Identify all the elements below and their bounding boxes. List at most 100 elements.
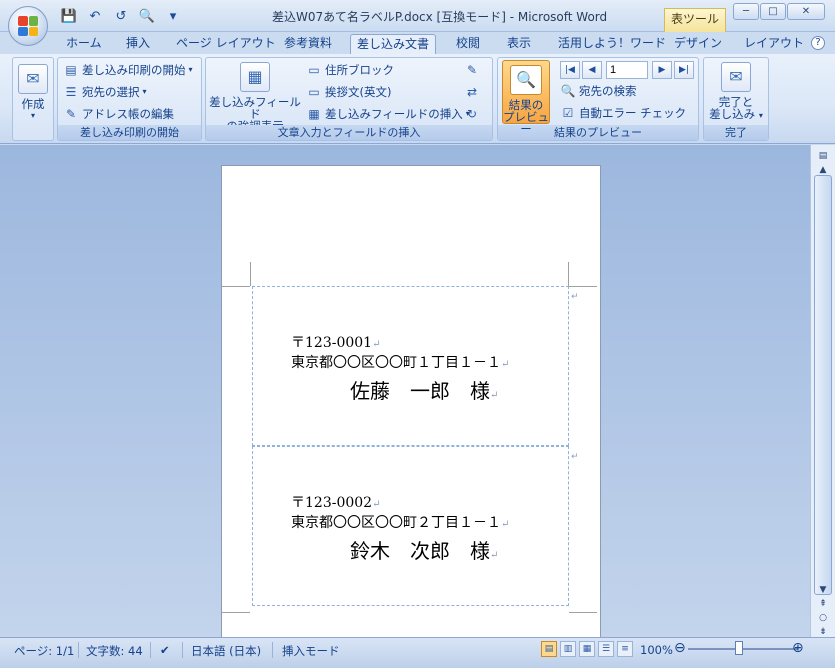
crop-mark	[569, 612, 597, 613]
ribbon: ✉ 作成 ▾ ▤ 差し込み印刷の開始 ▾ ☰ 宛先の選択 ▾ ✎ アドレス帳の編…	[0, 54, 835, 144]
highlight-fields-button[interactable]: ▦ 差し込みフィールド の強調表示	[208, 62, 302, 132]
auto-check-errors-button[interactable]: ☑ 自動エラー チェック	[560, 105, 687, 121]
close-button[interactable]: ✕	[787, 3, 825, 20]
finish-group: ✉ 完了と 差し込み ▾ 完了	[703, 57, 769, 141]
update-labels-icon: ↻	[466, 107, 478, 121]
zoom-level[interactable]: 100%	[640, 643, 673, 657]
finish-group-label: 完了	[704, 125, 768, 140]
finish-label-line2: 差し込み	[709, 107, 756, 121]
previous-record-icon[interactable]: ◀	[582, 61, 602, 79]
find-recipient-button[interactable]: 🔍 宛先の検索	[560, 83, 637, 99]
tab-page-layout[interactable]: ページ レイアウト	[170, 34, 282, 54]
tab-design[interactable]: デザイン	[668, 34, 728, 54]
rules-icon: ✎	[466, 63, 478, 77]
tab-home[interactable]: ホーム	[60, 34, 108, 54]
insert-merge-field-button[interactable]: ▦ 差し込みフィールドの挿入 ▾	[306, 106, 469, 122]
ruler-toggle-icon[interactable]: ▤	[814, 149, 832, 163]
next-record-icon[interactable]: ▶	[652, 61, 672, 79]
minimize-button[interactable]: ─	[733, 3, 759, 20]
find-recipient-label: 宛先の検索	[579, 84, 637, 98]
highlight-fields-icon: ▦	[240, 62, 270, 92]
start-merge-button[interactable]: ▤ 差し込み印刷の開始 ▾	[63, 62, 192, 78]
vertical-scrollbar[interactable]: ▤ ▲ ▼ ⇞ ○ ⇟	[810, 145, 835, 637]
edit-recipients-button[interactable]: ✎ アドレス帳の編集	[63, 106, 174, 122]
insert-field-icon: ▦	[308, 107, 320, 121]
select-recipients-button[interactable]: ☰ 宛先の選択 ▾	[63, 84, 147, 100]
label-address: 東京都〇〇区〇〇町１丁目１－１↵	[291, 355, 510, 371]
zoom-in-icon[interactable]: ⊕	[792, 640, 804, 656]
undo-icon[interactable]: ↶	[84, 7, 106, 25]
scroll-down-icon[interactable]: ▼	[814, 583, 832, 597]
full-screen-reading-icon[interactable]: ▥	[560, 641, 576, 657]
draft-view-icon[interactable]: ≡	[617, 641, 633, 657]
start-merge-label: 差し込み印刷の開始	[82, 63, 186, 77]
label-cell[interactable]: 〒123-0002↵ 東京都〇〇区〇〇町２丁目１－１↵ 鈴木 次郎 様↵ ↵	[252, 446, 579, 606]
print-preview-icon[interactable]: 🔍	[136, 7, 158, 25]
tab-view[interactable]: 表示	[501, 34, 537, 54]
preview-results-button[interactable]: 🔍 結果の プレビュー	[502, 60, 550, 135]
finish-merge-icon: ✉	[721, 62, 751, 92]
office-button[interactable]	[8, 6, 48, 46]
crop-mark	[222, 286, 250, 287]
office-logo-icon	[18, 16, 38, 36]
tab-layout[interactable]: レイアウト	[738, 34, 810, 54]
outline-view-icon[interactable]: ☰	[598, 641, 614, 657]
window-title: 差込W07あて名ラベルP.docx [互換モード] - Microsoft Wo…	[272, 10, 608, 24]
spelling-check-icon[interactable]: ✔	[160, 643, 170, 657]
maximize-button[interactable]: □	[760, 3, 786, 20]
tab-word-tips[interactable]: 活用しよう！ワード	[552, 34, 672, 54]
match-fields-icon: ⇄	[466, 85, 478, 99]
finish-merge-button[interactable]: ✉ 完了と 差し込み ▾	[706, 62, 766, 122]
preview-magnifier-icon: 🔍	[510, 65, 542, 95]
recipients-icon: ☰	[65, 85, 77, 99]
scrollbar-thumb[interactable]	[814, 175, 832, 595]
status-divider	[78, 642, 79, 658]
envelope-icon: ✉	[18, 64, 48, 94]
match-fields-button[interactable]: ⇄	[464, 84, 480, 100]
edit-list-icon: ✎	[65, 107, 77, 121]
status-divider	[272, 642, 273, 658]
tab-review[interactable]: 校閲	[450, 34, 486, 54]
dropdown-arrow-icon: ▾	[142, 87, 147, 96]
zoom-slider[interactable]	[688, 648, 798, 650]
last-record-icon[interactable]: ▶|	[674, 61, 694, 79]
create-button[interactable]: ✉ 作成 ▾	[17, 64, 49, 122]
start-merge-group-label: 差し込み印刷の開始	[58, 125, 201, 140]
tab-references[interactable]: 参考資料	[278, 34, 338, 54]
redo-icon[interactable]: ↺	[110, 7, 132, 25]
insert-field-label: 差し込みフィールドの挿入	[325, 107, 463, 121]
rules-button[interactable]: ✎	[464, 62, 480, 78]
document-workspace[interactable]: 〒123-0001↵ 東京都〇〇区〇〇町１丁目１－１↵ 佐藤 一郎 様↵ ↵ 〒…	[0, 145, 810, 645]
greeting-line-icon: ▭	[308, 85, 320, 99]
web-layout-icon[interactable]: ▦	[579, 641, 595, 657]
label-recipient-name: 鈴木 次郎 様↵	[350, 539, 499, 563]
browse-object-icon[interactable]: ○	[814, 611, 832, 625]
first-record-icon[interactable]: |◀	[560, 61, 580, 79]
page-count[interactable]: ページ: 1/1	[14, 643, 74, 659]
document-page[interactable]: 〒123-0001↵ 東京都〇〇区〇〇町１丁目１－１↵ 佐藤 一郎 様↵ ↵ 〒…	[221, 165, 601, 645]
word-count[interactable]: 文字数: 44	[86, 643, 143, 659]
update-labels-button[interactable]: ↻	[464, 106, 480, 122]
tab-insert[interactable]: 挿入	[120, 34, 156, 54]
zoom-slider-thumb[interactable]	[735, 641, 743, 655]
auto-check-label: 自動エラー チェック	[579, 106, 687, 120]
start-merge-group: ▤ 差し込み印刷の開始 ▾ ☰ 宛先の選択 ▾ ✎ アドレス帳の編集 差し込み印…	[57, 57, 202, 141]
tab-mailings[interactable]: 差し込み文書	[350, 34, 437, 54]
record-number-input[interactable]	[606, 61, 648, 79]
zoom-out-icon[interactable]: ⊖	[674, 640, 686, 656]
label-cell[interactable]: 〒123-0001↵ 東京都〇〇区〇〇町１丁目１－１↵ 佐藤 一郎 様↵ ↵	[252, 286, 579, 446]
greeting-line-button[interactable]: ▭ 挨拶文(英文)	[306, 84, 391, 100]
language-indicator[interactable]: 日本語 (日本)	[191, 643, 261, 659]
crop-mark	[568, 262, 569, 286]
address-block-button[interactable]: ▭ 住所ブロック	[306, 62, 394, 78]
save-icon[interactable]: 💾	[58, 7, 80, 25]
previous-page-icon[interactable]: ⇞	[814, 597, 832, 611]
print-layout-view-icon[interactable]: ▤	[541, 641, 557, 657]
status-divider	[182, 642, 183, 658]
dropdown-arrow-icon: ▾	[758, 111, 763, 120]
customize-qat-icon[interactable]: ▾	[162, 7, 184, 25]
title-bar: 💾 ↶ ↺ 🔍 ▾ 差込W07あて名ラベルP.docx [互換モード] - Mi…	[0, 0, 835, 32]
window-controls: ─ □ ✕	[733, 3, 825, 20]
insert-mode-indicator[interactable]: 挿入モード	[282, 643, 340, 659]
help-icon[interactable]: ?	[811, 36, 825, 50]
